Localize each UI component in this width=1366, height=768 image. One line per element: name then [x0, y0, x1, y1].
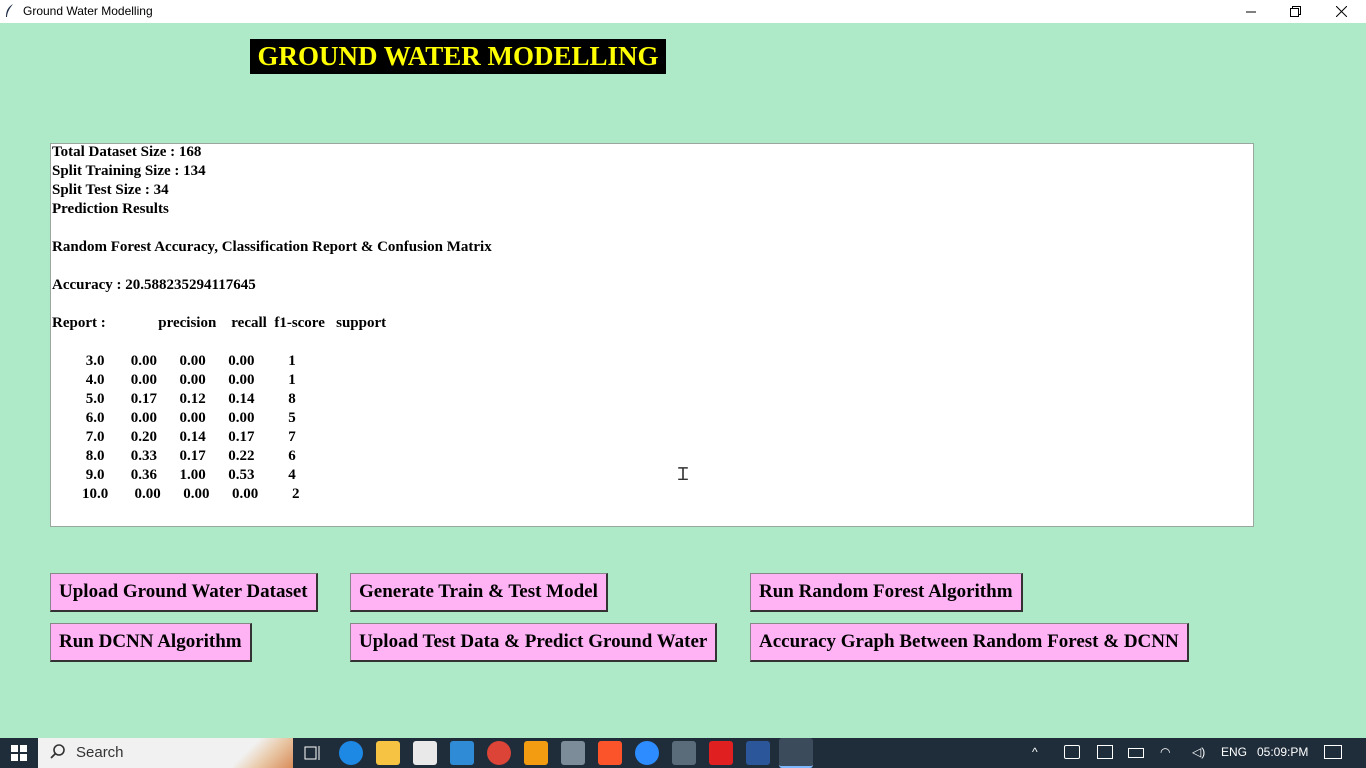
chevron-up-icon[interactable]: ^ — [1032, 745, 1038, 759]
edge-icon[interactable] — [339, 741, 363, 765]
close-button[interactable] — [1318, 0, 1364, 23]
search-placeholder: Search — [76, 744, 124, 761]
python-icon[interactable] — [779, 738, 813, 768]
output-line: 8.0 0.33 0.17 0.22 6 — [52, 448, 296, 464]
acrobat-icon[interactable] — [709, 741, 733, 765]
output-line: 7.0 0.20 0.14 0.17 7 — [52, 429, 296, 445]
volume-icon[interactable]: ◁) — [1192, 745, 1205, 759]
output-line: Split Test Size : 34 — [52, 182, 169, 198]
window-title: Ground Water Modelling — [23, 4, 153, 18]
app-icon-monitor[interactable] — [672, 741, 696, 765]
page-title: GROUND WATER MODELLING — [250, 39, 666, 74]
meet-icon[interactable] — [1064, 745, 1080, 759]
wifi-icon[interactable]: ◠ — [1160, 745, 1170, 759]
upload-test-predict-button[interactable]: Upload Test Data & Predict Ground Water — [350, 623, 718, 662]
run-dcnn-button[interactable]: Run DCNN Algorithm — [50, 623, 252, 662]
word-icon[interactable] — [746, 741, 770, 765]
output-line: Split Training Size : 134 — [52, 163, 206, 179]
clock[interactable]: 05:09:PM — [1257, 745, 1308, 759]
output-line: 4.0 0.00 0.00 0.00 1 — [52, 372, 296, 388]
output-line: Prediction Results — [52, 201, 169, 217]
taskbar-search[interactable]: Search — [38, 738, 293, 768]
restore-icon — [1289, 6, 1301, 17]
output-line: Report : precision recall f1-score suppo… — [52, 315, 387, 331]
feather-icon — [6, 4, 13, 17]
notification-icon[interactable] — [1324, 745, 1342, 759]
search-highlight-image — [233, 738, 293, 768]
output-line: 9.0 0.36 1.00 0.53 4 — [52, 467, 296, 483]
output-line: 10.0 0.00 0.00 0.00 2 — [52, 486, 300, 502]
minimize-icon — [1246, 11, 1256, 12]
battery-icon[interactable] — [1128, 748, 1144, 758]
magnifier-icon[interactable] — [524, 741, 548, 765]
chrome-icon[interactable] — [487, 741, 511, 765]
taskbar: Search ^ ◠ ◁) ENG 05:09:PM — [0, 738, 1366, 768]
vscode-icon[interactable] — [450, 741, 474, 765]
output-line: 5.0 0.17 0.12 0.14 8 — [52, 391, 296, 407]
text-cursor-icon: Ɪ — [678, 464, 689, 484]
accuracy-graph-button[interactable]: Accuracy Graph Between Random Forest & D… — [750, 623, 1189, 662]
device-icon[interactable] — [1097, 745, 1113, 759]
task-view-icon[interactable] — [301, 741, 325, 765]
run-random-forest-button[interactable]: Run Random Forest Algorithm — [750, 573, 1023, 612]
language-indicator[interactable]: ENG — [1221, 745, 1247, 759]
output-line: Accuracy : 20.588235294117645 — [52, 277, 256, 293]
start-button[interactable] — [0, 738, 37, 768]
close-icon — [1335, 6, 1347, 17]
minimize-button[interactable] — [1228, 0, 1274, 23]
generate-model-button[interactable]: Generate Train & Test Model — [350, 573, 608, 612]
output-line: 3.0 0.00 0.00 0.00 1 — [52, 353, 296, 369]
output-textarea[interactable]: Total Dataset Size : 168 Split Training … — [50, 143, 1254, 527]
output-line: Random Forest Accuracy, Classification R… — [52, 239, 492, 255]
search-icon — [50, 744, 65, 759]
output-line: 6.0 0.00 0.00 0.00 5 — [52, 410, 296, 426]
zoom-icon[interactable] — [635, 741, 659, 765]
restore-button[interactable] — [1272, 0, 1318, 23]
app-icon-red-dots[interactable] — [413, 741, 437, 765]
output-line: Total Dataset Size : 168 — [52, 144, 202, 160]
brave-icon[interactable] — [598, 741, 622, 765]
app-icon-gray[interactable] — [561, 741, 585, 765]
title-bar: Ground Water Modelling — [0, 0, 1366, 23]
windows-icon — [10, 745, 27, 761]
file-explorer-icon[interactable] — [376, 741, 400, 765]
upload-dataset-button[interactable]: Upload Ground Water Dataset — [50, 573, 318, 612]
